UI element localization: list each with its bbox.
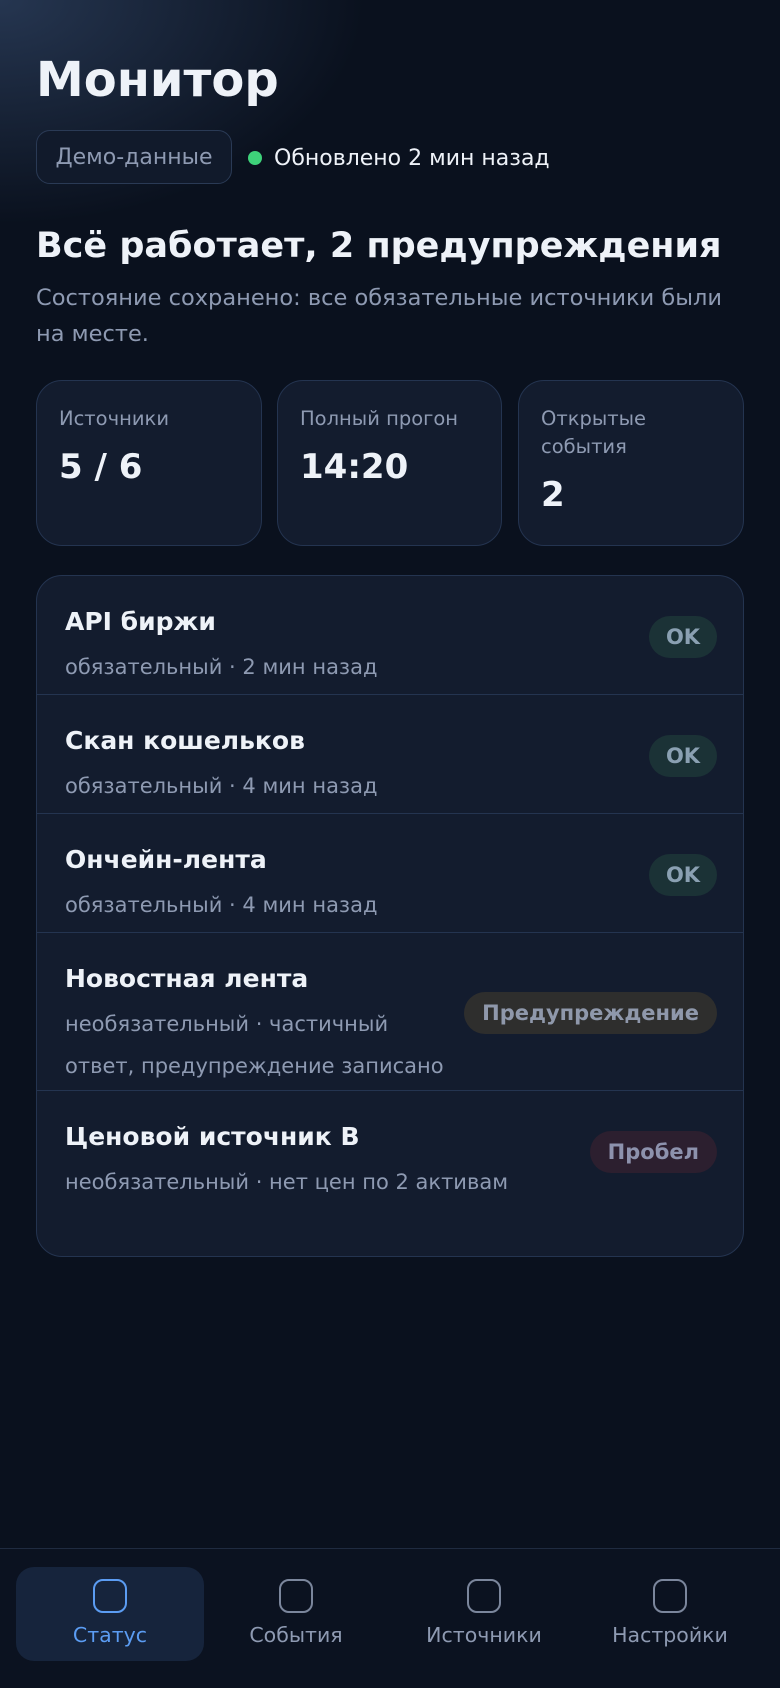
nav-item-label: Настройки <box>612 1623 728 1647</box>
source-name: Новостная лента <box>65 964 309 993</box>
stat-label: Открытые события <box>541 407 647 458</box>
summary-headline: Всё работает, 2 предупреждения <box>36 226 722 266</box>
nav-item-events[interactable]: События <box>202 1567 390 1661</box>
status-badge: Пробел <box>589 1131 717 1173</box>
status-badge: OK <box>649 616 717 658</box>
source-name: Ценовой источник B <box>65 1122 360 1151</box>
nav-item-status[interactable]: Статус <box>16 1567 204 1661</box>
list-item[interactable]: Ценовой источник B необязательный · нет … <box>37 1091 743 1256</box>
stat-value: 14:20 <box>300 447 409 487</box>
nav-item-label: События <box>249 1623 343 1647</box>
nav-item-settings[interactable]: Настройки <box>576 1567 764 1661</box>
nav-item-sources[interactable]: Источники <box>390 1567 578 1661</box>
updated-text: Обновлено 2 мин назад <box>274 145 550 171</box>
nav-item-label: Источники <box>426 1623 542 1647</box>
stat-label: Источники <box>59 407 169 430</box>
status-badge: Предупреждение <box>464 992 717 1034</box>
source-name: Ончейн-лента <box>65 845 267 874</box>
status-icon <box>93 1579 127 1613</box>
nav-item-label: Статус <box>72 1623 148 1647</box>
stat-value: 5 / 6 <box>59 447 143 487</box>
list-item[interactable]: Ончейн-лента обязательный · 4 мин назад … <box>37 814 743 933</box>
updated-status: Обновлено 2 мин назад <box>248 145 550 171</box>
status-badge: OK <box>649 735 717 777</box>
stat-label: Полный прогон <box>300 407 459 430</box>
source-name: API биржи <box>65 607 216 636</box>
status-dot-icon <box>248 151 262 165</box>
source-meta: необязательный · частичный ответ, предуп… <box>65 1012 444 1078</box>
stat-card-sources: Источники 5 / 6 <box>36 380 262 546</box>
stat-card-full-run: Полный прогон 14:20 <box>277 380 502 546</box>
source-meta: обязательный · 2 мин назад <box>65 655 378 679</box>
stat-value: 2 <box>541 475 565 515</box>
demo-data-chip[interactable]: Демо-данные <box>36 130 232 184</box>
list-item[interactable]: Новостная лента необязательный · частичн… <box>37 933 743 1091</box>
bottom-navigation: Статус События Источники Настройки <box>0 1548 780 1688</box>
events-icon <box>279 1579 313 1613</box>
stat-card-open-events[interactable]: Открытые события 2 <box>518 380 744 546</box>
source-meta: необязательный · нет цен по 2 активам <box>65 1170 509 1194</box>
page-title: Монитор <box>36 52 279 108</box>
list-item[interactable]: Скан кошельков обязательный · 4 мин наза… <box>37 695 743 814</box>
settings-icon <box>653 1579 687 1613</box>
sources-list: API биржи обязательный · 2 мин назад OK … <box>36 575 744 1257</box>
sources-icon <box>467 1579 501 1613</box>
summary-description: Состояние сохранено: все обязательные ис… <box>36 285 722 347</box>
status-badge: OK <box>649 854 717 896</box>
source-name: Скан кошельков <box>65 726 305 755</box>
list-item[interactable]: API биржи обязательный · 2 мин назад OK <box>37 576 743 695</box>
source-meta: обязательный · 4 мин назад <box>65 774 378 798</box>
source-meta: обязательный · 4 мин назад <box>65 893 378 917</box>
